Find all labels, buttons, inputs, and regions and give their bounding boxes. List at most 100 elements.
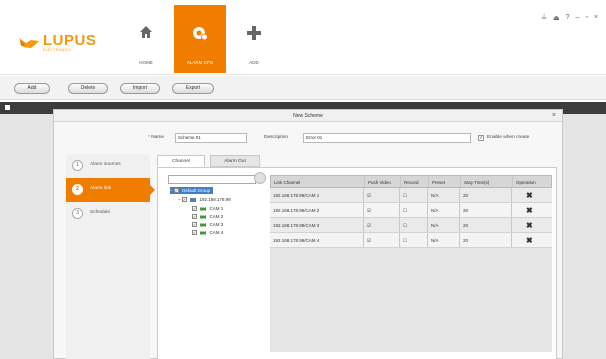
stay-time-cell[interactable]: 20 — [460, 203, 512, 217]
tree-search-input[interactable] — [168, 175, 256, 184]
logo-text: LUPUS — [43, 32, 97, 49]
logo-subtext: ELECTRONICS — [43, 48, 72, 52]
camera-icon — [200, 222, 207, 227]
table-empty-area — [270, 248, 552, 352]
lock-icon[interactable]: ⏏ — [553, 14, 560, 22]
select-all-checkbox[interactable] — [5, 105, 10, 110]
description-label: Description — [264, 135, 288, 140]
step-alarm-sources[interactable]: 1 Alarm sources — [66, 154, 150, 178]
toolbar: Add Delete Import Export — [0, 76, 606, 100]
push-video-checkbox[interactable]: ☑ — [364, 203, 400, 217]
dialog-title: New Scheme — [54, 110, 562, 122]
delete-row-icon[interactable]: ✖ — [512, 218, 552, 232]
name-input[interactable]: Scheme 01 — [175, 133, 247, 143]
channel-cell: 192.168.178.99/CAM 1 — [270, 188, 364, 202]
home-icon — [140, 26, 152, 38]
close-window-icon[interactable]: × — [594, 14, 598, 22]
tree-checkbox[interactable]: ✓ — [192, 206, 197, 212]
minimize-icon[interactable]: – — [576, 14, 580, 22]
channel-panel: − ✓ Default Group − ✓ 192.168.178.99 ✓ C… — [157, 167, 557, 359]
collapse-icon[interactable]: − — [178, 197, 181, 202]
enable-checkbox[interactable]: ✓ — [478, 135, 484, 141]
nav-tab-add[interactable]: ADD — [228, 5, 280, 73]
tree-node-device[interactable]: − ✓ 192.168.178.99 — [178, 196, 231, 203]
record-checkbox[interactable]: ☐ — [400, 188, 428, 202]
enable-label: Enable when create — [487, 135, 530, 140]
tree-node-group[interactable]: − ✓ Default Group — [170, 187, 214, 194]
channel-cell: 192.168.178.99/CAM 4 — [270, 233, 364, 247]
tab-alarm-out[interactable]: Alarm Out — [210, 155, 260, 167]
name-label-text: Name — [151, 135, 165, 140]
user-icon[interactable]: ≟ — [541, 14, 547, 22]
step-number: 2 — [72, 184, 83, 195]
push-video-checkbox[interactable]: ☑ — [364, 188, 400, 202]
preset-cell[interactable]: N/A — [428, 188, 460, 202]
camera-icon — [200, 230, 207, 235]
stay-time-cell[interactable]: 20 — [460, 188, 512, 202]
column-header: Push Video — [365, 176, 401, 187]
tree-node-label: CAM 3 — [209, 222, 224, 227]
step-alarm-link[interactable]: 2 Alarm link — [66, 178, 155, 202]
camera-icon — [200, 206, 207, 211]
import-button[interactable]: Import — [120, 83, 160, 94]
table-header: Link Channel Push Video Record Preset St… — [270, 175, 552, 188]
push-video-checkbox[interactable]: ☑ — [364, 233, 400, 247]
tree-node-label: 192.168.178.99 — [199, 197, 231, 202]
tree-checkbox[interactable]: ✓ — [192, 222, 197, 228]
column-header: Operation — [516, 180, 536, 185]
export-button[interactable]: Export — [172, 83, 214, 94]
record-checkbox[interactable]: ☐ — [400, 233, 428, 247]
push-video-checkbox[interactable]: ☑ — [364, 218, 400, 232]
column-header: Preset — [429, 176, 461, 187]
step-schedule[interactable]: 3 Schedule — [66, 202, 150, 226]
delete-row-icon[interactable]: ✖ — [512, 233, 552, 247]
delete-button[interactable]: Delete — [68, 83, 108, 94]
help-icon[interactable]: ? — [566, 14, 570, 22]
tree-checkbox[interactable]: ✓ — [181, 197, 187, 203]
name-label: * Name — [148, 135, 164, 140]
table-row[interactable]: 192.168.178.99/CAM 3 ☑ ☐ N/A 20 ✖ — [270, 218, 552, 233]
collapse-icon[interactable]: − — [170, 188, 173, 193]
column-header: Record — [401, 176, 429, 187]
description-input[interactable]: Error 01 — [303, 133, 471, 143]
tree-node-cam[interactable]: ✓ CAM 4 — [192, 229, 223, 236]
search-icon[interactable] — [254, 172, 266, 184]
preset-cell[interactable]: N/A — [428, 218, 460, 232]
dialog-close-icon[interactable]: × — [552, 111, 556, 121]
tree-node-label: Default Group — [182, 188, 211, 193]
preset-cell[interactable]: N/A — [428, 233, 460, 247]
scheme-form-row: * Name Scheme 01 Description Error 01 ✓ … — [54, 132, 562, 144]
tree-checkbox[interactable]: ✓ — [173, 188, 179, 194]
stay-time-cell[interactable]: 20 — [460, 233, 512, 247]
tab-channel[interactable]: Channel — [157, 155, 205, 167]
tree-checkbox[interactable]: ✓ — [192, 230, 197, 236]
tree-node-cam[interactable]: ✓ CAM 3 — [192, 221, 223, 228]
plus-icon — [247, 26, 261, 40]
required-marker: * — [148, 135, 150, 140]
camera-icon — [200, 214, 207, 219]
tree-node-cam[interactable]: ✓ CAM 1 — [192, 205, 223, 212]
stay-time-cell[interactable]: 20 — [460, 218, 512, 232]
step-label: Alarm link — [90, 186, 112, 191]
column-header: Link Channel — [271, 176, 365, 187]
maximize-icon[interactable]: ▫ — [585, 14, 587, 22]
record-checkbox[interactable]: ☐ — [400, 218, 428, 232]
delete-row-icon[interactable]: ✖ — [512, 188, 552, 202]
nav-tab-add-label: ADD — [249, 60, 259, 65]
add-button[interactable]: Add — [14, 83, 50, 94]
preset-cell[interactable]: N/A — [428, 203, 460, 217]
column-header: Stay Time(s) — [461, 176, 513, 187]
tree-node-cam[interactable]: ✓ CAM 2 — [192, 213, 223, 220]
step-number: 3 — [72, 208, 83, 219]
delete-row-icon[interactable]: ✖ — [512, 203, 552, 217]
step-label: Alarm sources — [90, 162, 121, 167]
nav-tab-home[interactable]: HOME — [120, 5, 172, 73]
record-checkbox[interactable]: ☐ — [400, 203, 428, 217]
new-scheme-dialog: New Scheme × * Name Scheme 01 Descriptio… — [53, 109, 563, 359]
table-row[interactable]: 192.168.178.99/CAM 1 ☑ ☐ N/A 20 ✖ — [270, 188, 552, 203]
table-row[interactable]: 192.168.178.99/CAM 4 ☑ ☐ N/A 20 ✖ — [270, 233, 552, 248]
nav-tab-alarm-config[interactable]: ALARM CFG — [174, 5, 226, 73]
table-row[interactable]: 192.168.178.99/CAM 2 ☑ ☐ N/A 20 ✖ — [270, 203, 552, 218]
tree-checkbox[interactable]: ✓ — [192, 214, 197, 220]
tree-node-label: CAM 1 — [209, 206, 224, 211]
